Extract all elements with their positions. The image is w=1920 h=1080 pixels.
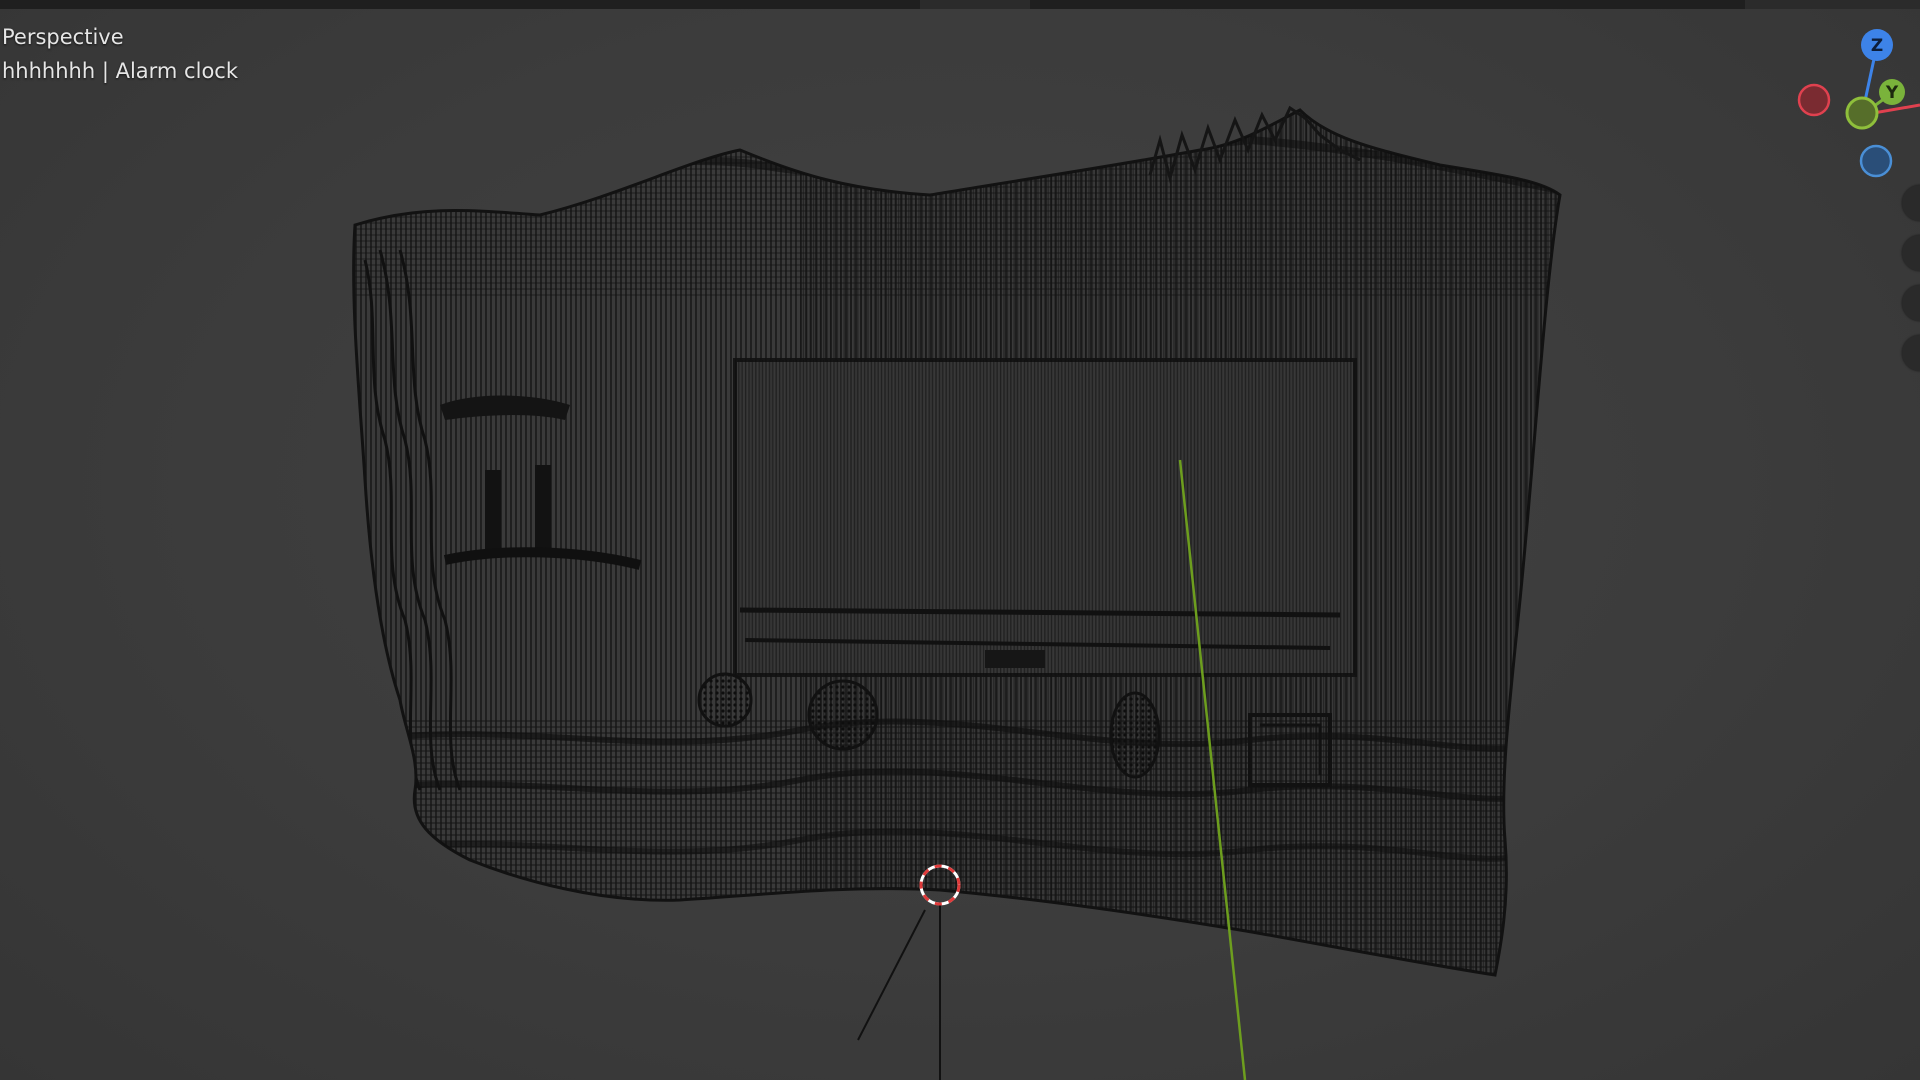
y-axis-label: Y (1885, 83, 1899, 103)
object-info-label: hhhhhhh | Alarm clock (2, 59, 238, 83)
3d-viewport[interactable]: Perspective hhhhhhh | Alarm clock Y Z (0, 0, 1920, 1080)
negative-y-axis-icon[interactable] (1845, 96, 1879, 130)
origin-line-diagonal (857, 909, 926, 1041)
negative-z-axis-icon[interactable] (1859, 144, 1893, 178)
view-mode-label: Perspective (2, 25, 124, 49)
wireframe-scene[interactable] (0, 0, 1920, 1080)
navigation-gizmo-icon[interactable]: Y Z (1780, 20, 1920, 180)
alarm-clock-mesh[interactable] (340, 100, 1580, 1000)
z-axis-label: Z (1871, 36, 1883, 56)
negative-x-axis-icon[interactable] (1797, 83, 1831, 117)
